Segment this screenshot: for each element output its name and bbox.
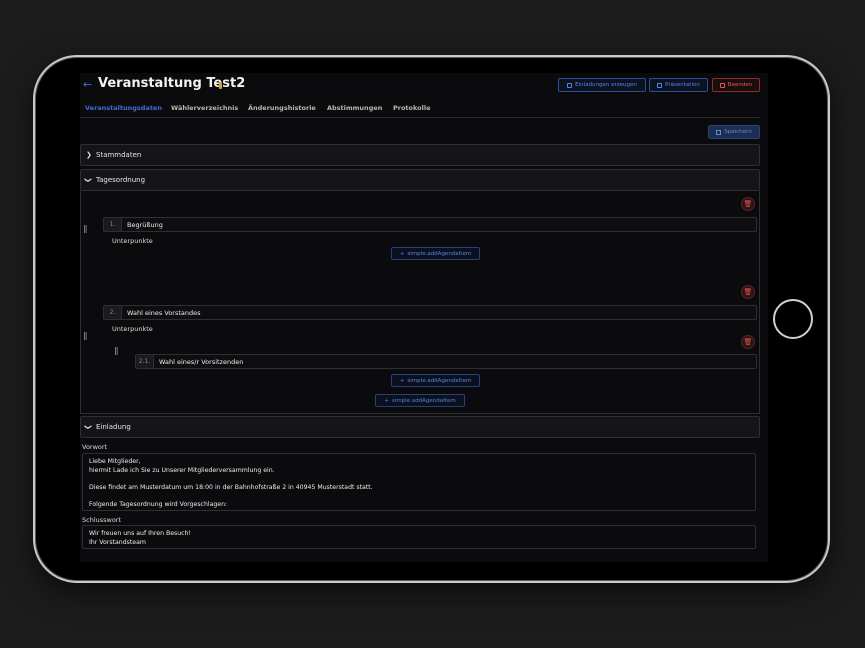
vorwort-label: Vorwort: [82, 443, 108, 451]
save-icon: [716, 129, 722, 135]
end-button[interactable]: Beenden: [712, 78, 760, 92]
tab-waehlerverzeichnis[interactable]: Wählerverzeichnis: [171, 104, 238, 112]
section-stammdaten-header[interactable]: ❯ Stammdaten: [80, 144, 760, 166]
app-screen: ← Veranstaltung Test2 Einladungen erzeug…: [80, 73, 768, 562]
add-agenda-subitem-button[interactable]: + simple.addAgendaItem: [391, 374, 480, 387]
tab-divider: [80, 117, 760, 118]
tab-veranstaltungsdaten[interactable]: Veranstaltungsdaten: [85, 104, 162, 112]
trash-icon[interactable]: 🗑: [741, 197, 755, 211]
chevron-down-icon: ❯: [83, 424, 92, 430]
agenda-item[interactable]: 2. Wahl eines Vorstandes: [103, 305, 757, 320]
plus-icon: +: [384, 397, 389, 404]
trash-icon[interactable]: 🗑: [741, 335, 755, 349]
chevron-right-icon: ❯: [86, 151, 92, 159]
tab-abstimmungen[interactable]: Abstimmungen: [327, 104, 382, 112]
presentation-button[interactable]: Präsentation: [649, 78, 708, 92]
trash-icon[interactable]: 🗑: [741, 285, 755, 299]
vorwort-textarea[interactable]: Liebe Mitglieder, hiermit Lade ich Sie z…: [82, 453, 756, 511]
document-icon: [567, 82, 573, 88]
status-badge: [219, 82, 222, 89]
tab-aenderungshistorie[interactable]: Änderungshistorie: [248, 104, 316, 112]
schlusswort-label: Schlusswort: [82, 516, 122, 524]
schlusswort-textarea[interactable]: Wir freuen uns auf Ihren Besuch! Ihr Vor…: [82, 525, 756, 549]
subitems-label: Unterpunkte: [112, 325, 153, 333]
plus-icon: +: [399, 377, 405, 384]
subitems-label: Unterpunkte: [112, 237, 153, 245]
agenda-item[interactable]: 1. Begrüßung: [103, 217, 757, 232]
add-agenda-item-button[interactable]: + simple.addAgendaItem: [375, 394, 465, 407]
drag-handle-icon[interactable]: ||: [83, 331, 88, 340]
tab-protokolle[interactable]: Protokolle: [393, 104, 431, 112]
plus-icon: +: [399, 250, 405, 257]
section-einladung-header[interactable]: ❯ Einladung: [80, 416, 760, 438]
back-arrow-icon[interactable]: ←: [83, 78, 92, 91]
save-button[interactable]: Speichern: [708, 125, 760, 139]
agenda-list: 🗑 || 1. Begrüßung Unterpunkte + simple.a…: [80, 191, 760, 414]
home-button[interactable]: [773, 299, 813, 339]
create-invitations-button[interactable]: Einladungen erzeugen: [558, 78, 646, 92]
drag-handle-icon[interactable]: ||: [114, 346, 119, 355]
page-title: Veranstaltung Test2: [98, 76, 246, 91]
chevron-down-icon: ❯: [83, 177, 92, 183]
stop-icon: [719, 82, 725, 88]
agenda-subitem[interactable]: 2.1. Wahl eines/r Vorsitzenden: [135, 354, 757, 369]
presentation-icon: [657, 82, 663, 88]
drag-handle-icon[interactable]: ||: [83, 224, 88, 233]
add-agenda-item-button[interactable]: + simple.addAgendaItem: [391, 247, 480, 260]
page-header: ← Veranstaltung Test2 Einladungen erzeug…: [80, 73, 768, 99]
section-tagesordnung-header[interactable]: ❯ Tagesordnung: [80, 169, 760, 191]
